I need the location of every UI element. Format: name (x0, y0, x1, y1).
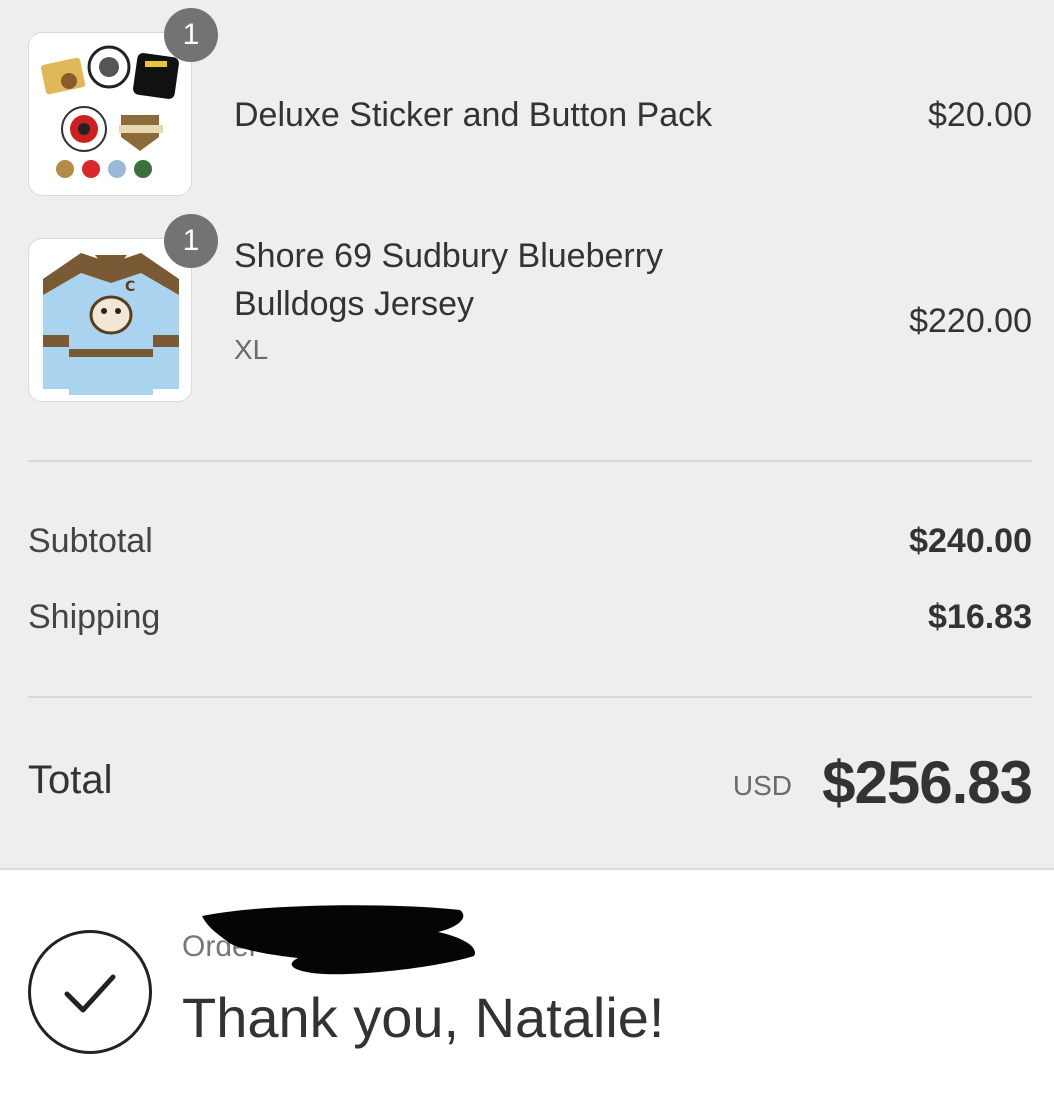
divider (28, 460, 1032, 462)
currency-code: USD (732, 770, 792, 801)
shipping-value: $16.83 (928, 598, 1032, 636)
item-2-name-line2: Bulldogs Jersey (234, 285, 475, 323)
divider (28, 696, 1032, 698)
item-1-price: $20.00 (928, 96, 1032, 134)
svg-text:C: C (125, 279, 135, 295)
shipping-label: Shipping (28, 598, 161, 636)
item-2-name-line1: Shore 69 Sudbury Blueberry (234, 237, 664, 275)
subtotal-label: Subtotal (28, 522, 153, 560)
item-2-quantity-badge: 1 (164, 214, 218, 268)
total-value: $256.83 (822, 749, 1033, 816)
thank-you-heading: Thank you, Natalie! (182, 986, 665, 1049)
checkmark-icon (28, 930, 152, 1054)
item-2-price: $220.00 (909, 302, 1032, 340)
sticker-pack-image (40, 45, 179, 178)
item-1-name: Deluxe Sticker and Button Pack (234, 96, 713, 134)
item-2-variant: XL (234, 334, 269, 365)
jersey-thumbnail: C (28, 238, 192, 402)
subtotal-value: $240.00 (909, 522, 1032, 560)
item-1-quantity-badge: 1 (164, 8, 218, 62)
redaction-mark (202, 905, 476, 975)
jersey-image: C (43, 253, 179, 395)
order-summary-panel: 1 Deluxe Sticker and Button Pack $20.00 … (0, 0, 1054, 870)
total-label: Total (28, 758, 113, 802)
sticker-pack-thumbnail (28, 32, 192, 196)
